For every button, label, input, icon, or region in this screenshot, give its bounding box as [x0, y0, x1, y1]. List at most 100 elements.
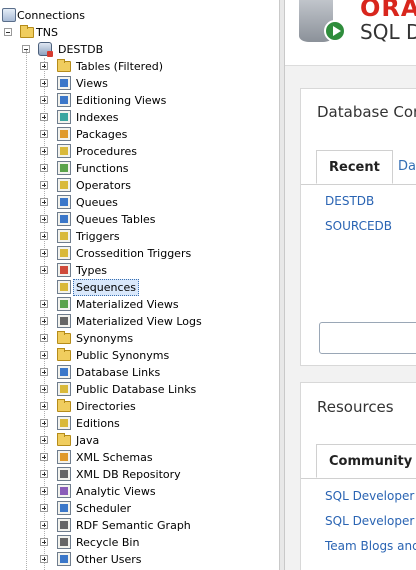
xml-db-repository-icon [57, 467, 71, 481]
expand-toggle-icon[interactable] [40, 79, 48, 87]
tree-node-label: Packages [76, 128, 128, 141]
expand-toggle-icon[interactable] [40, 215, 48, 223]
expand-toggle-icon[interactable] [40, 334, 48, 342]
tree-node-label: Queues [76, 196, 118, 209]
tree-node-label: Materialized View Logs [76, 315, 202, 328]
brand-name: ORACLE [360, 0, 416, 22]
triggers-icon [57, 229, 71, 243]
expand-toggle-icon[interactable] [40, 368, 48, 376]
connections-tree[interactable]: Connections TNS DESTDB Tables (Filtered)… [0, 0, 279, 570]
tree-node-label: Tables (Filtered) [76, 60, 164, 73]
tree-node-label: Operators [76, 179, 131, 192]
expand-toggle-icon[interactable] [40, 300, 48, 308]
expand-toggle-icon[interactable] [40, 351, 48, 359]
functions-icon [57, 161, 71, 175]
queues-tables-icon [57, 212, 71, 226]
product-name: SQL Developer [360, 20, 416, 44]
tree-node-label: Recycle Bin [76, 536, 140, 549]
tree-node-label: Analytic Views [76, 485, 156, 498]
tab-databases[interactable]: Databases [398, 150, 416, 184]
expand-toggle-icon[interactable] [40, 555, 48, 563]
expand-toggle-icon[interactable] [40, 487, 48, 495]
expand-toggle-icon[interactable] [40, 538, 48, 546]
database-connection-icon [38, 42, 53, 57]
xml-schemas-icon [57, 450, 71, 464]
packages-icon [57, 127, 71, 141]
resource-link[interactable]: SQL Developer Exchange [325, 489, 416, 503]
expand-toggle-icon[interactable] [40, 436, 48, 444]
tree-node-label: Triggers [76, 230, 120, 243]
views-icon [57, 76, 71, 90]
resource-link[interactable]: Team Blogs and [325, 539, 416, 553]
start-page: ORACLE SQL Developer Database Connection… [285, 0, 416, 570]
tree-node-label: Synonyms [76, 332, 134, 345]
rdf-semantic-graph-icon [57, 518, 71, 532]
tree-node-label: Public Database Links [76, 383, 197, 396]
resources-tabbar: Community [301, 444, 416, 479]
types-icon [57, 263, 71, 277]
tables-folder-icon [57, 59, 71, 72]
recent-connection-link[interactable]: DESTDB [325, 194, 374, 208]
expand-toggle-icon[interactable] [40, 317, 48, 325]
tree-node-label-selected: Sequences [73, 279, 139, 296]
expand-toggle-icon[interactable] [40, 266, 48, 274]
tree-node-label: Functions [76, 162, 129, 175]
resource-link[interactable]: SQL Developer Forum [325, 514, 416, 528]
tree-connector [26, 50, 27, 570]
tree-node-label: Database Links [76, 366, 161, 379]
expand-toggle-icon[interactable] [40, 198, 48, 206]
panel-title: Database Connections [317, 103, 416, 121]
expand-toggle-icon[interactable] [40, 181, 48, 189]
expand-toggle-icon[interactable] [40, 232, 48, 240]
recent-connections-box[interactable] [319, 322, 416, 354]
expand-toggle-icon[interactable] [40, 402, 48, 410]
expand-toggle-icon[interactable] [40, 96, 48, 104]
tree-node-label: Java [76, 434, 100, 447]
expand-toggle-icon[interactable] [40, 62, 48, 70]
materialized-views-icon [57, 297, 71, 311]
connections-icon [2, 8, 16, 22]
resources-panel: Resources Community SQL Developer Exchan… [300, 382, 416, 570]
analytic-views-icon [57, 484, 71, 498]
expand-toggle-icon[interactable] [40, 385, 48, 393]
expand-toggle-icon[interactable] [40, 147, 48, 155]
expand-toggle-icon[interactable] [40, 130, 48, 138]
tree-node-label: Indexes [76, 111, 119, 124]
tree-node-label: Queues Tables [76, 213, 156, 226]
folder-icon [20, 25, 34, 38]
tree-node-label: RDF Semantic Graph [76, 519, 191, 532]
collapse-toggle-icon[interactable] [4, 28, 12, 36]
tab-recent[interactable]: Recent [316, 150, 393, 184]
expand-toggle-icon[interactable] [40, 504, 48, 512]
java-folder-icon [57, 433, 71, 446]
recent-connection-link[interactable]: SOURCEDB [325, 219, 392, 233]
indexes-icon [57, 110, 71, 124]
expand-toggle-icon[interactable] [40, 521, 48, 529]
expand-toggle-icon[interactable] [40, 419, 48, 427]
queues-icon [57, 195, 71, 209]
panel-title: Resources [317, 398, 394, 416]
tree-node-label: Connections [17, 9, 85, 22]
tree-node-label: Directories [76, 400, 136, 413]
tree-node-label: Materialized Views [76, 298, 179, 311]
materialized-view-logs-icon [57, 314, 71, 328]
other-users-icon [57, 552, 71, 566]
synonyms-folder-icon [57, 331, 71, 344]
expand-toggle-icon[interactable] [40, 164, 48, 172]
procedures-icon [57, 144, 71, 158]
public-database-links-icon [57, 382, 71, 396]
play-logo-icon [324, 20, 346, 42]
start-page-banner: ORACLE SQL Developer [285, 0, 416, 66]
expand-toggle-icon[interactable] [40, 113, 48, 121]
database-connections-panel: Database Connections Recent Databases DE… [300, 88, 416, 366]
tree-node-label: Types [76, 264, 107, 277]
expand-toggle-icon[interactable] [40, 453, 48, 461]
tab-community[interactable]: Community [316, 444, 416, 478]
expand-toggle-icon[interactable] [40, 249, 48, 257]
tree-node-label: Crossedition Triggers [76, 247, 192, 260]
tree-node-label: Other Users [76, 553, 142, 566]
database-links-icon [57, 365, 71, 379]
expand-toggle-icon[interactable] [40, 470, 48, 478]
sequences-icon [57, 280, 71, 294]
tree-node-label: Views [76, 77, 108, 90]
